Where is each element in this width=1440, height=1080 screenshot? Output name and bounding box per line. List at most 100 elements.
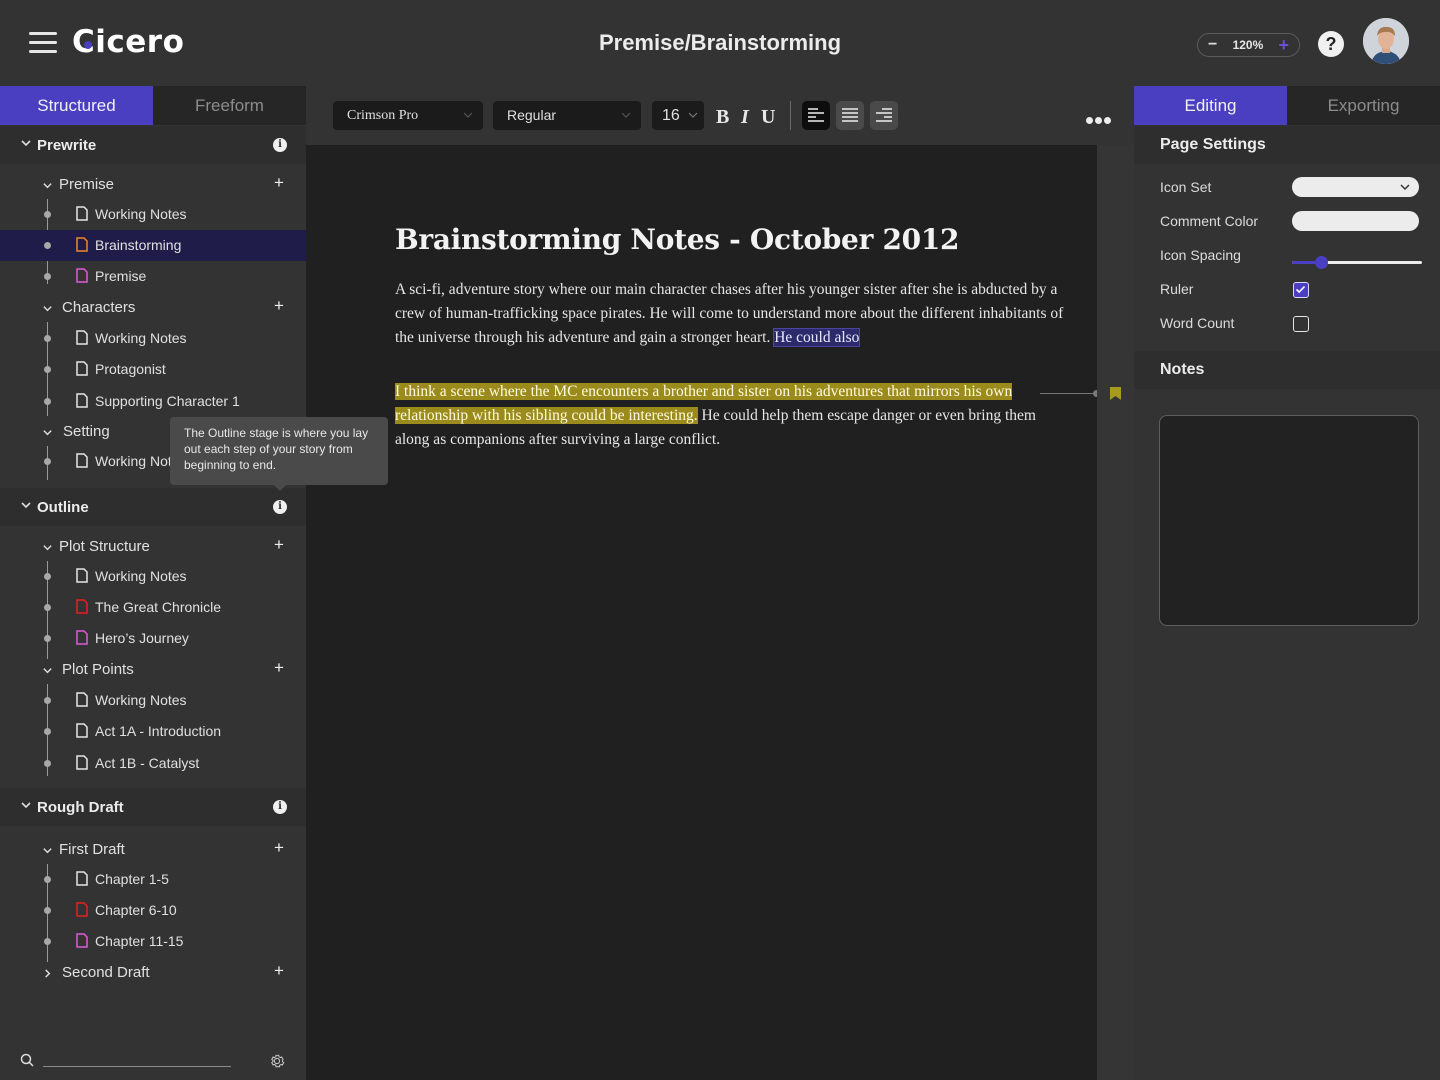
chevron-down-icon (43, 430, 52, 436)
help-button[interactable]: ? (1318, 31, 1344, 57)
add-icon[interactable]: + (274, 658, 284, 678)
bookmark-icon[interactable] (1110, 387, 1121, 400)
zoom-out-button[interactable]: − (1208, 36, 1217, 54)
toolbar-divider (790, 101, 791, 130)
item-label: Supporting Character 1 (95, 393, 240, 409)
align-right-button[interactable] (870, 101, 898, 130)
tree-bullet (44, 907, 51, 914)
notes-textarea[interactable] (1159, 415, 1419, 626)
add-icon[interactable]: + (274, 535, 284, 555)
tree-bullet (44, 335, 51, 342)
group-label: Setting (63, 423, 110, 440)
tree-item[interactable]: Working Notes (0, 561, 306, 592)
stage-outline[interactable]: Outline i (0, 488, 306, 526)
tree-item[interactable]: Chapter 11-15 (0, 926, 306, 957)
add-icon[interactable]: + (274, 296, 284, 316)
add-icon[interactable]: + (274, 961, 284, 981)
item-label: The Great Chronicle (95, 599, 222, 615)
tab-exporting[interactable]: Exporting (1287, 86, 1440, 125)
tree-item[interactable]: Premise (0, 261, 306, 292)
tree-item-selected[interactable]: Brainstorming (0, 230, 306, 261)
align-right-icon (876, 108, 892, 122)
ruler-checkbox[interactable] (1293, 282, 1309, 298)
ruler-label: Ruler (1160, 281, 1194, 297)
comment-connector (1040, 393, 1096, 394)
group-label: Characters (62, 299, 136, 316)
group-label: Premise (59, 176, 115, 193)
tree-item[interactable]: Supporting Character 1 (0, 386, 306, 417)
slider-thumb[interactable] (1314, 256, 1328, 269)
item-label: Premise (95, 268, 147, 284)
avatar[interactable] (1363, 18, 1409, 64)
add-icon[interactable]: + (274, 173, 284, 193)
icon-set-select[interactable] (1292, 177, 1419, 197)
tree-item[interactable]: Working Notes (0, 199, 306, 230)
bold-button[interactable]: B (716, 106, 729, 129)
tree-item[interactable]: Act 1A - Introduction (0, 716, 306, 747)
tree-bullet (44, 697, 51, 704)
tree-item[interactable]: Protagonist (0, 354, 306, 385)
tree-item[interactable]: Working Notes (0, 685, 306, 716)
selected-text[interactable]: He could also (773, 328, 861, 347)
chevron-down-icon (43, 306, 52, 312)
search-input[interactable] (43, 1048, 231, 1066)
stage-rough-draft[interactable]: Rough Draft i (0, 788, 306, 826)
info-icon[interactable]: i (273, 138, 287, 152)
document-title[interactable]: Brainstorming Notes - October 2012 (395, 223, 960, 256)
paragraph[interactable]: I think a scene where the MC encounters … (395, 380, 1065, 452)
paragraph-text: A sci-fi, adventure story where our main… (395, 281, 1064, 346)
group-characters[interactable]: Characters + (0, 296, 306, 322)
group-second-draft[interactable]: Second Draft + (0, 961, 306, 987)
align-left-icon (808, 108, 824, 122)
tree-item[interactable]: Hero’s Journey (0, 623, 306, 654)
left-tab-bar: Structured Freeform (0, 86, 306, 125)
tree-item[interactable]: Chapter 1-5 (0, 864, 306, 895)
comment-color-swatch[interactable] (1292, 211, 1419, 231)
group-label: Second Draft (62, 964, 150, 981)
menu-icon[interactable] (29, 32, 57, 54)
italic-button[interactable]: I (741, 106, 749, 129)
info-icon[interactable]: i (273, 800, 287, 814)
tab-freeform[interactable]: Freeform (153, 86, 306, 125)
item-label: Act 1B - Catalyst (95, 755, 200, 771)
zoom-in-button[interactable]: + (1278, 35, 1289, 56)
font-family-select[interactable]: Crimson Pro (333, 101, 483, 130)
item-label: Working Notes (95, 206, 187, 222)
info-icon[interactable]: i (273, 500, 287, 514)
stage-prewrite[interactable]: Prewrite i (0, 126, 306, 164)
align-center-button[interactable] (836, 101, 864, 130)
add-icon[interactable]: + (274, 838, 284, 858)
word-count-label: Word Count (1160, 315, 1235, 331)
group-premise[interactable]: Premise + (0, 173, 306, 199)
tree-item[interactable]: Working Notes (0, 323, 306, 354)
align-left-button[interactable] (802, 101, 830, 130)
item-label: Working Notes (95, 692, 187, 708)
font-size-select[interactable]: 16 (652, 101, 704, 130)
group-plot-structure[interactable]: Plot Structure + (0, 535, 306, 561)
word-count-checkbox[interactable] (1293, 316, 1309, 332)
tree-item[interactable]: The Great Chronicle (0, 592, 306, 623)
icon-spacing-slider[interactable] (1292, 255, 1422, 269)
app-header: Cicero Premise/Brainstorming − 120% + ? (0, 0, 1440, 86)
tab-editing[interactable]: Editing (1134, 86, 1287, 125)
project-tree: Prewrite i Premise + Working Notes Brain… (0, 125, 306, 1080)
group-plot-points[interactable]: Plot Points + (0, 658, 306, 684)
document-editor[interactable]: Brainstorming Notes - October 2012 A sci… (306, 145, 1100, 1080)
group-first-draft[interactable]: First Draft + (0, 838, 306, 864)
underline-button[interactable]: U (761, 106, 775, 129)
tree-item[interactable]: Act 1B - Catalyst (0, 748, 306, 779)
tree-item[interactable]: Chapter 6-10 (0, 895, 306, 926)
tab-structured[interactable]: Structured (0, 86, 153, 125)
sidebar-footer (0, 1040, 306, 1080)
tree-bullet (44, 211, 51, 218)
notes-header: Notes (1134, 351, 1440, 389)
chevron-down-icon (21, 802, 31, 809)
gear-icon[interactable] (268, 1052, 286, 1070)
stage-label: Outline (37, 498, 89, 516)
document-icon (76, 902, 88, 917)
tree-bullet (44, 458, 51, 465)
document-icon (76, 933, 88, 948)
font-weight-select[interactable]: Regular (493, 101, 641, 130)
paragraph[interactable]: A sci-fi, adventure story where our main… (395, 278, 1065, 350)
more-options-icon[interactable] (1086, 111, 1116, 124)
